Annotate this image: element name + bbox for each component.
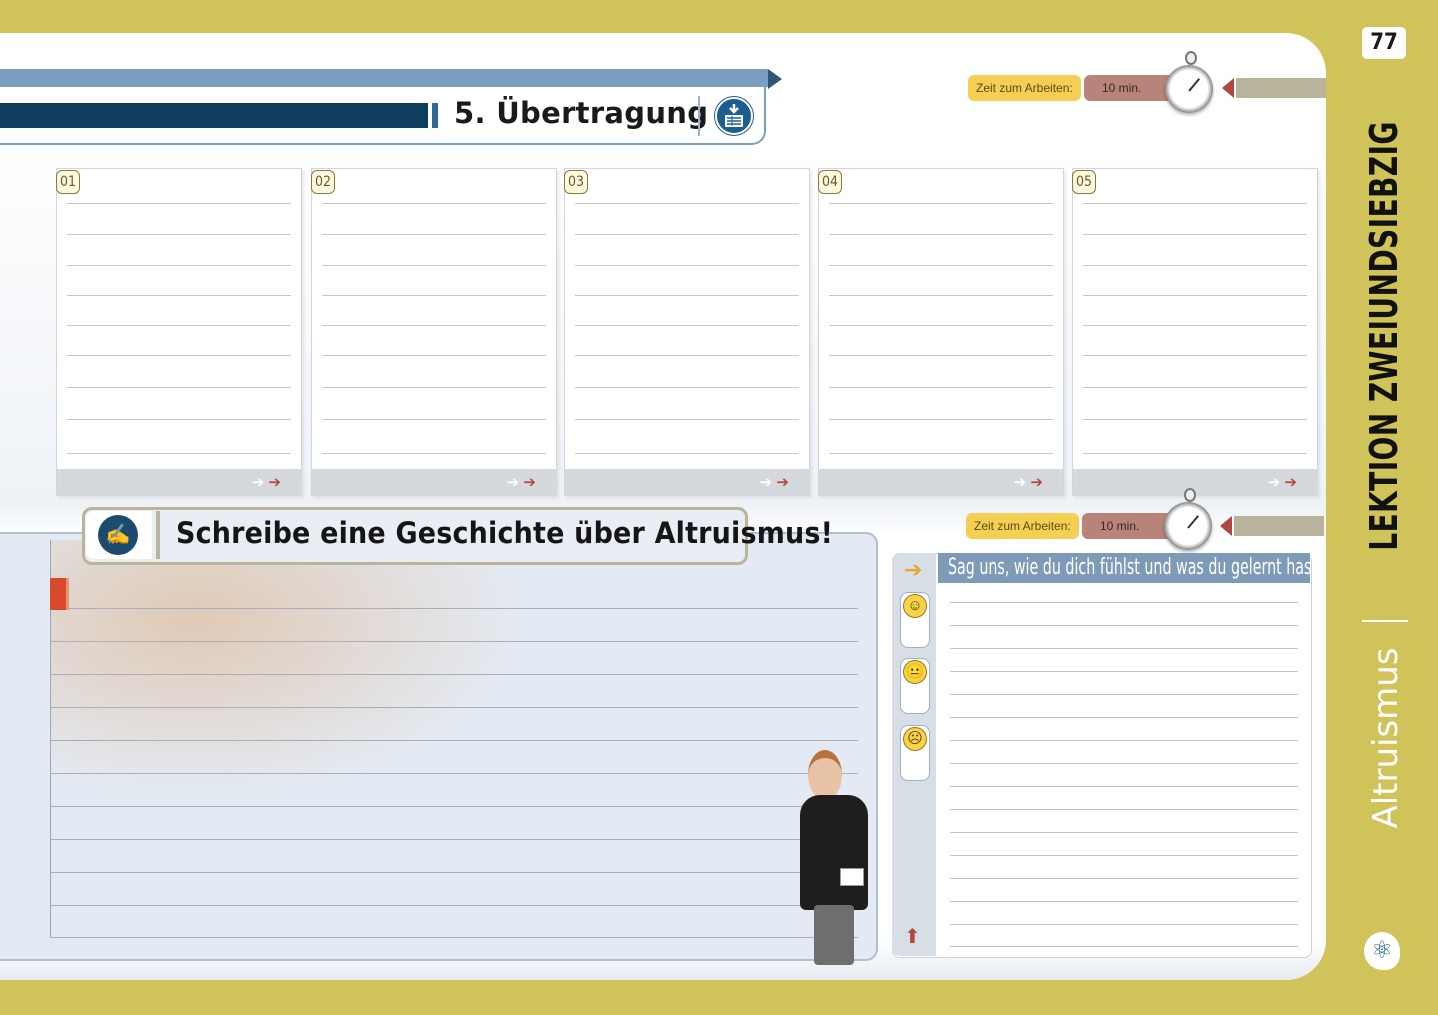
writing-line	[50, 641, 858, 642]
feedback-line	[950, 855, 1298, 856]
title-dark-bar	[0, 103, 428, 128]
time-bar	[1234, 516, 1324, 536]
writing-line	[50, 937, 858, 938]
feedback-panel[interactable]	[892, 553, 1312, 958]
writing-line	[50, 773, 858, 774]
writing-line	[50, 839, 858, 840]
person-card	[840, 868, 864, 886]
download-list-icon-graphic	[715, 97, 753, 135]
note-card-2[interactable]: 02 ➔ ➔	[311, 168, 557, 496]
writing-line	[50, 707, 858, 708]
writing-line	[50, 806, 858, 807]
feedback-line	[950, 602, 1298, 603]
section-title: 5. Übertragung	[454, 96, 709, 130]
note-card-4[interactable]: 04 ➔ ➔	[818, 168, 1064, 496]
card-number: 01	[56, 170, 80, 194]
download-list-icon[interactable]	[714, 96, 754, 136]
atom-head-logo: ⚛	[1364, 932, 1400, 970]
next-arrows-icon: ➔ ➔	[506, 474, 536, 491]
task-instruction: Schreibe eine Geschichte über Altruismus…	[176, 516, 834, 550]
feedback-line	[950, 625, 1298, 626]
smiley-neutral-icon: 😐	[903, 660, 927, 684]
writing-line	[50, 740, 858, 741]
person-legs	[814, 905, 854, 965]
writing-line	[50, 674, 858, 675]
arrow-up-icon: ⬆	[904, 926, 921, 948]
task-separator	[156, 511, 160, 559]
next-arrows-icon: ➔ ➔	[251, 474, 281, 491]
smiley-happy-icon: ☺	[903, 594, 927, 618]
note-card-5[interactable]: 05 ➔ ➔	[1072, 168, 1318, 496]
stopwatch-icon	[1165, 51, 1213, 113]
red-margin-marker	[50, 578, 69, 610]
time-pointer	[1222, 78, 1234, 98]
writing-hand-icon: ✍	[98, 515, 138, 555]
time-label: Zeit zum Arbeiten:	[966, 513, 1079, 539]
feedback-line	[950, 763, 1298, 764]
writing-line	[50, 608, 858, 609]
writing-line	[50, 905, 858, 906]
feedback-line	[950, 694, 1298, 695]
sidebar-separator	[1362, 620, 1408, 622]
writing-margin	[50, 540, 859, 938]
title-top-bar	[0, 69, 768, 87]
title-separator	[698, 96, 700, 136]
next-arrows-icon: ➔ ➔	[1267, 474, 1297, 491]
title-bar-arrow	[768, 69, 782, 89]
arrow-right-icon: ➔	[904, 557, 923, 582]
feedback-line	[950, 786, 1298, 787]
page-number: 77	[1362, 27, 1406, 59]
feedback-line	[950, 809, 1298, 810]
note-card-1[interactable]: 01 ➔ ➔	[56, 168, 302, 496]
writing-line	[50, 872, 858, 873]
time-label: Zeit zum Arbeiten:	[968, 75, 1081, 101]
feedback-line	[950, 740, 1298, 741]
card-number: 05	[1072, 170, 1096, 194]
card-number: 03	[564, 170, 588, 194]
next-arrows-icon: ➔ ➔	[759, 474, 789, 491]
next-arrows-icon: ➔ ➔	[1013, 474, 1043, 491]
feedback-line	[950, 648, 1298, 649]
lesson-title: LEKTION ZWEIUNDSIEBZIG	[1362, 121, 1406, 551]
card-number: 02	[311, 170, 335, 194]
time-bar	[1236, 78, 1326, 98]
feedback-header-text: Sag uns, wie du dich fühlst und was du g…	[948, 555, 1328, 580]
card-number: 04	[818, 170, 842, 194]
feedback-line	[950, 946, 1298, 947]
lesson-topic: Altruismus	[1366, 647, 1406, 829]
time-pointer	[1220, 516, 1232, 536]
feedback-line	[950, 901, 1298, 902]
feedback-line	[950, 878, 1298, 879]
note-card-3[interactable]: 03 ➔ ➔	[564, 168, 810, 496]
feedback-line	[950, 671, 1298, 672]
stopwatch-icon	[1164, 488, 1212, 550]
person-figure	[800, 795, 868, 910]
feedback-line	[950, 717, 1298, 718]
feedback-line	[950, 924, 1298, 925]
feedback-line	[950, 832, 1298, 833]
smiley-sad-icon: ☹	[903, 727, 927, 751]
person-head	[808, 750, 842, 800]
title-tick	[432, 103, 438, 128]
